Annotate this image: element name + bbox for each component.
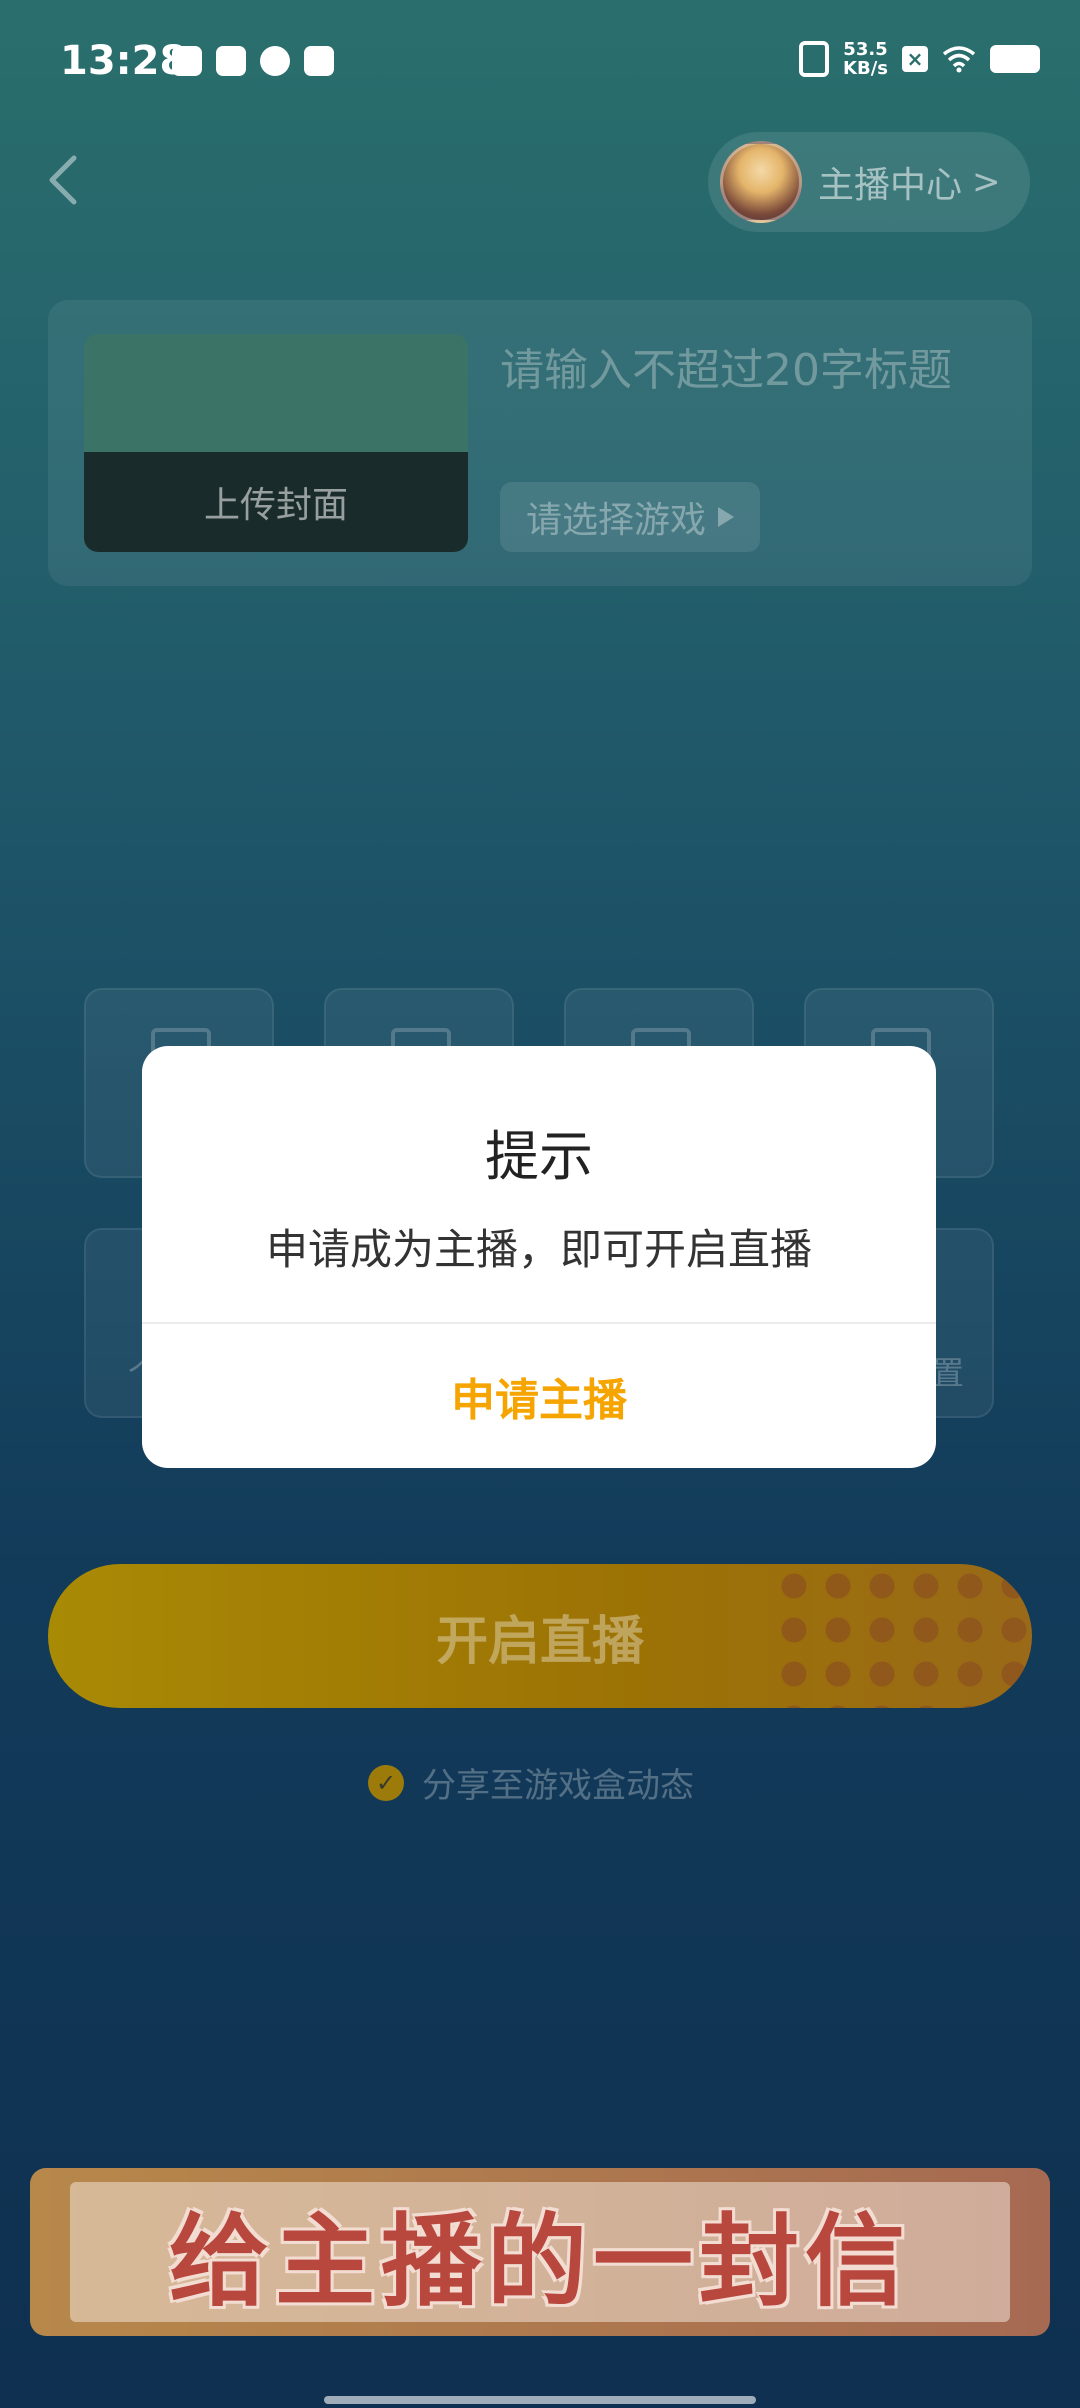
- title-input[interactable]: 请输入不超过20字标题: [500, 334, 952, 398]
- anchor-center-button[interactable]: 主播中心 >: [708, 132, 1030, 232]
- back-arrow-icon[interactable]: [40, 150, 90, 210]
- dialog-title: 提示: [485, 1125, 593, 1188]
- select-game-button[interactable]: 请选择游戏: [500, 482, 761, 552]
- network-speed-value: 53.5: [843, 39, 888, 60]
- tile-label: 置: [932, 1354, 965, 1392]
- game-notification-icon: [172, 46, 202, 76]
- notification-icons: [172, 46, 334, 76]
- decorative-dots: [772, 1564, 1032, 1708]
- start-live-button[interactable]: 开启直播: [48, 1564, 1032, 1708]
- vibrate-icon: [799, 41, 830, 77]
- share-to-feed-option[interactable]: ✓ 分享至游戏盒动态: [368, 1758, 694, 1807]
- prompt-dialog: 提示 申请成为主播，即可开启直播 申请主播: [142, 1046, 936, 1468]
- anchor-center-label: 主播中心: [818, 165, 963, 206]
- wechat-notification-icon: [260, 46, 290, 76]
- system-icons: 53.5 KB/s ×: [799, 40, 1040, 78]
- avatar: [720, 141, 802, 223]
- start-live-label: 开启直播: [435, 1611, 644, 1672]
- chevron-right-icon: >: [972, 162, 1001, 202]
- status-time: 13:28: [60, 38, 188, 84]
- dialog-message: 申请成为主播，即可开启直播: [265, 1225, 812, 1274]
- checkmark-icon[interactable]: ✓: [368, 1764, 404, 1801]
- network-speed-unit: KB/s: [843, 58, 888, 79]
- network-speed: 53.5 KB/s: [843, 40, 888, 78]
- share-to-feed-label: 分享至游戏盒动态: [422, 1766, 694, 1806]
- letter-to-anchor-banner[interactable]: 给主播的一封信: [30, 2168, 1050, 2336]
- top-nav: 主播中心 >: [0, 130, 1080, 232]
- upload-cover-button[interactable]: 上传封面: [84, 334, 468, 552]
- status-bar: 13:28 53.5 KB/s ×: [0, 0, 1080, 130]
- play-triangle-icon: [718, 507, 735, 527]
- star-notification-icon: [304, 46, 334, 76]
- banner-inner: 给主播的一封信: [70, 2182, 1010, 2322]
- battery-icon: [990, 45, 1040, 73]
- no-sim-icon: ×: [902, 46, 928, 72]
- banner-text: 给主播的一封信: [169, 2202, 911, 2320]
- select-game-label: 请选择游戏: [526, 500, 707, 541]
- mail-notification-icon: [216, 46, 246, 76]
- upload-cover-label: 上传封面: [84, 452, 468, 552]
- live-setup-card: 上传封面 请输入不超过20字标题 请选择游戏: [48, 300, 1032, 586]
- apply-anchor-button[interactable]: 申请主播: [142, 1324, 936, 1468]
- wifi-icon: [942, 46, 976, 73]
- home-indicator[interactable]: [324, 2396, 756, 2404]
